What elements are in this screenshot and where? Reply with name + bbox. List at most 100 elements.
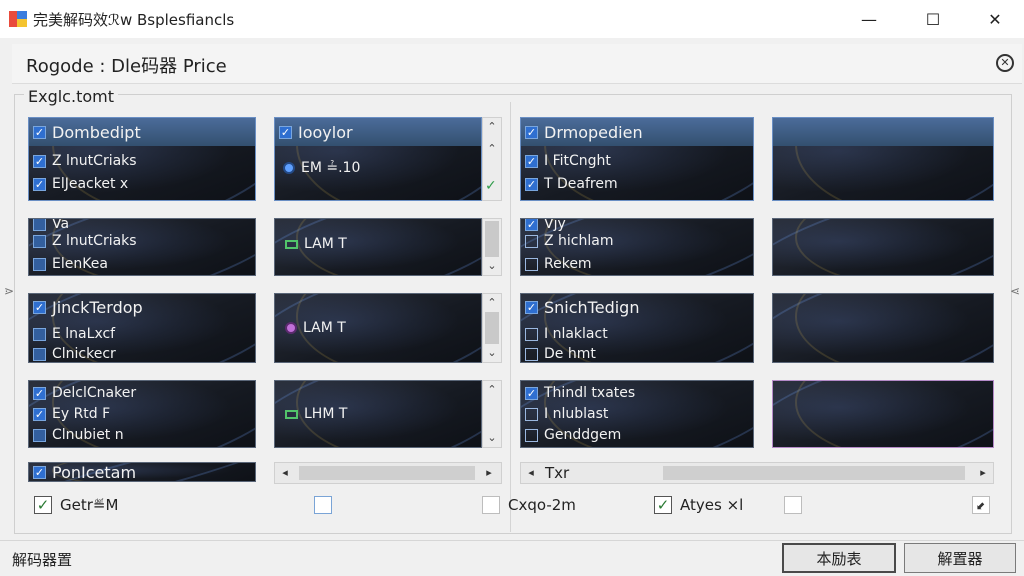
scroll-left-icon[interactable]: ◂ [521, 463, 541, 483]
tile-option[interactable]: De hmt [525, 346, 596, 362]
scroll-right-icon[interactable]: ▸ [973, 463, 993, 483]
tile-option[interactable]: ✓ I FitCnght [525, 153, 611, 169]
resize-icon[interactable]: ⬋ [972, 496, 990, 514]
tile-option[interactable]: E lnaLxcf [33, 326, 115, 342]
app-icon [9, 11, 27, 27]
preset-tile-c2[interactable]: ✓ Vjy Z hichlam Rekem [520, 218, 754, 276]
checkbox-icon: ✓ [33, 126, 46, 139]
tile-option[interactable]: I nlaklact [525, 326, 608, 342]
tile-option[interactable]: EM ≟.10 [283, 160, 360, 176]
scroll-down-icon[interactable]: ⌄ [483, 257, 501, 275]
tile-option[interactable]: I nlublast [525, 406, 608, 422]
tile-option[interactable]: Clnubiet n [33, 427, 124, 443]
scroll-up-icon[interactable]: ⌃ [483, 140, 501, 158]
scrollbar-b4[interactable]: ⌃ ⌄ [482, 380, 502, 448]
maximize-button[interactable]: ☐ [910, 0, 956, 38]
scroll-up-icon[interactable]: ⌃ [483, 381, 501, 399]
checkbox-icon[interactable] [314, 496, 332, 514]
tile-option[interactable]: ✓ T Deafrem [525, 176, 618, 192]
right-edge-icon[interactable]: ⋖ [1010, 284, 1020, 298]
option-left[interactable]: ✓ Getr≝M [34, 496, 118, 514]
preset-tile-a2[interactable]: Va Z lnutCriaks ElenKea [28, 218, 256, 276]
scroll-thumb[interactable] [663, 466, 965, 480]
preview-tile-d3[interactable] [772, 293, 994, 363]
checkbox-icon[interactable]: ✓ [34, 496, 52, 514]
tile-option[interactable]: ✓ Vjy [525, 219, 566, 232]
scroll-down-icon[interactable]: ⌄ [483, 344, 501, 362]
checkbox-icon [33, 234, 46, 248]
scroll-label: Txr [545, 464, 570, 482]
minimize-button[interactable]: — [846, 0, 892, 38]
tile-option[interactable]: LHM T [285, 406, 347, 422]
primary-button[interactable]: 本励表 [782, 543, 896, 573]
checkbox-icon[interactable] [784, 496, 802, 514]
scrollbar-b2[interactable]: ⌄ [482, 218, 502, 276]
tile-option[interactable]: Clnickecr [33, 346, 116, 362]
preset-tile-c4[interactable]: ✓ Thindl txates I nlublast Genddgem [520, 380, 754, 448]
preset-tile-a3[interactable]: ✓ JinckTerdop E lnaLxcf Clnickecr [28, 293, 256, 363]
scroll-up-icon[interactable]: ⌃ [483, 118, 501, 136]
tile-option[interactable]: LAM T [285, 320, 346, 336]
tile-option[interactable]: ✓ SnichTedign [525, 298, 639, 317]
scroll-left-icon[interactable]: ◂ [275, 463, 295, 483]
tile-option[interactable]: Genddgem [525, 427, 621, 443]
horizontal-scrollbar-right[interactable]: ◂ Txr ▸ [520, 462, 994, 484]
tile-option[interactable]: ✓ Dombedipt [33, 123, 141, 142]
scroll-thumb[interactable] [485, 312, 499, 344]
preset-tile-c1[interactable]: ✓ Drmopedien ✓ I FitCnght ✓ T Deafrem [520, 117, 754, 201]
checkbox-icon[interactable] [482, 496, 500, 514]
scrollbar-b3[interactable]: ⌃ ⌄ [482, 293, 502, 363]
tile-option[interactable]: Z hichlam [525, 233, 613, 249]
close-window-button[interactable]: ✕ [972, 0, 1018, 38]
checkbox-icon: ✓ [525, 301, 538, 314]
preview-tile-d4[interactable] [772, 380, 994, 448]
scroll-thumb[interactable] [299, 466, 475, 480]
tile-option[interactable]: ✓ JinckTerdop [33, 298, 143, 317]
checkbox-icon: ✓ [33, 154, 46, 168]
tile-option[interactable]: ✓ Thindl txates [525, 385, 635, 401]
preset-tile-c3[interactable]: ✓ SnichTedign I nlaklact De hmt [520, 293, 754, 363]
tile-option[interactable]: ✓ Ey Rtd F [33, 406, 110, 422]
preset-tile-b4[interactable]: LHM T [274, 380, 482, 448]
left-edge-icon[interactable]: ⋗ [4, 284, 14, 298]
column-divider [510, 102, 511, 532]
resize-handle[interactable]: ⬋ [972, 496, 990, 514]
preset-tile-a1[interactable]: ✓ Dombedipt ✓ Z lnutCriaks ✓ ElJeacket x [28, 117, 256, 201]
tile-option[interactable]: Rekem [525, 256, 592, 272]
tile-option[interactable]: ✓ ElJeacket x [33, 176, 128, 192]
option-right[interactable]: ✓ Atyes ⨯l [654, 496, 743, 514]
tile-option[interactable]: ✓ Z lnutCriaks [33, 153, 137, 169]
option-blue-checkbox[interactable] [314, 496, 332, 514]
preview-tile-d2[interactable] [772, 218, 994, 276]
preset-tile-b1[interactable]: ✓ Iooylor EM ≟.10 [274, 117, 482, 201]
scrollbar-b1[interactable]: ⌃ ⌃ ✓ [482, 117, 502, 201]
checkbox-icon [33, 219, 46, 231]
tile-option[interactable]: ✓ DelclCnaker [33, 385, 136, 401]
tile-option[interactable]: ✓ PonIcetam [33, 463, 136, 481]
option-mid[interactable]: Cxqo-2m [482, 496, 576, 514]
preset-tile-b3[interactable]: LAM T [274, 293, 482, 363]
scroll-right-icon[interactable]: ▸ [479, 463, 499, 483]
scroll-thumb[interactable] [485, 221, 499, 257]
checkbox-icon [525, 347, 538, 361]
scroll-up-icon[interactable]: ⌃ [483, 294, 501, 312]
checkbox-icon: ✓ [33, 301, 46, 314]
horizontal-scrollbar-left[interactable]: ◂ ▸ [274, 462, 502, 484]
tile-option[interactable]: Z lnutCriaks [33, 233, 137, 249]
tile-option[interactable]: Va [33, 219, 69, 232]
tile-option[interactable]: ✓ Drmopedien [525, 123, 643, 142]
preset-tile-a5[interactable]: ✓ PonIcetam [28, 462, 256, 482]
checkbox-icon[interactable]: ✓ [654, 496, 672, 514]
preset-tile-b2[interactable]: LAM T [274, 218, 482, 276]
secondary-button[interactable]: 解置器 [904, 543, 1016, 573]
tile-option[interactable]: ✓ Iooylor [279, 123, 353, 142]
tile-option[interactable]: ElenKea [33, 256, 108, 272]
checkbox-icon: ✓ [33, 386, 46, 400]
tile-option[interactable]: LAM T [285, 236, 347, 252]
panel-close-icon[interactable]: ✕ [996, 54, 1014, 72]
scroll-down-icon[interactable]: ⌄ [483, 429, 501, 447]
preset-tile-a4[interactable]: ✓ DelclCnaker ✓ Ey Rtd F Clnubiet n [28, 380, 256, 448]
preview-tile-d1[interactable] [772, 117, 994, 201]
rectangle-icon [285, 239, 298, 249]
option-extra-checkbox[interactable] [784, 496, 802, 514]
